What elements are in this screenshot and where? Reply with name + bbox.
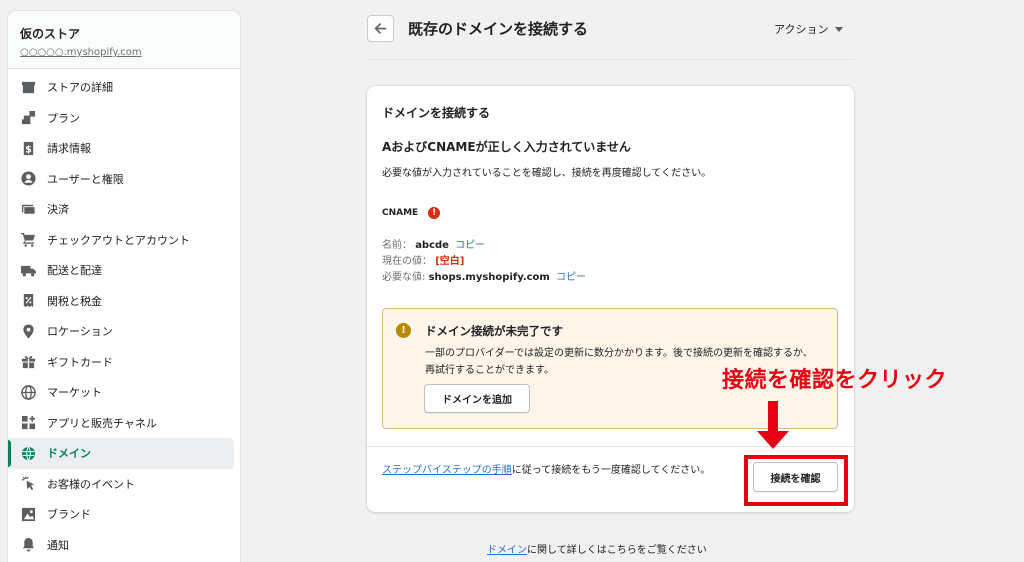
error-icon: ! xyxy=(428,207,441,219)
sidebar-item-customer-events[interactable]: お客様のイベント xyxy=(8,469,240,500)
actions-menu-button[interactable]: アクション xyxy=(774,21,844,37)
step-by-step-link[interactable]: ステップバイステップの手順 xyxy=(382,465,512,476)
sidebar-item-label: ユーザーと権限 xyxy=(47,172,124,186)
add-domain-button[interactable]: ドメインを追加 xyxy=(424,384,530,413)
store-name: 仮のストア xyxy=(20,27,81,41)
billing-icon: $ xyxy=(20,140,36,156)
apps-icon xyxy=(20,415,36,431)
back-button[interactable] xyxy=(367,15,394,42)
store-header[interactable]: 仮のストア ○○○○○.myshopify.com xyxy=(8,11,240,69)
sidebar-item-label: お客様のイベント xyxy=(47,477,135,491)
sidebar-item-users[interactable]: ユーザーと権限 xyxy=(8,164,240,195)
sidebar-item-plan[interactable]: プラン xyxy=(8,103,240,134)
sidebar-item-locations[interactable]: ロケーション xyxy=(8,316,240,347)
plan-icon xyxy=(20,110,36,126)
gift-icon xyxy=(20,354,36,370)
record-name-line: 名前： abcde コピー xyxy=(382,236,485,251)
cart-icon xyxy=(20,232,36,248)
sidebar-item-apps[interactable]: アプリと販売チャネル xyxy=(8,408,240,439)
record-required-line: 必要な値: shops.myshopify.com コピー xyxy=(382,268,586,283)
sidebar-item-label: ブランド xyxy=(47,508,91,522)
payment-icon xyxy=(20,201,36,217)
truck-icon xyxy=(20,262,36,278)
record-type-label: CNAME xyxy=(382,208,419,218)
globe-icon xyxy=(20,384,36,400)
required-value: shops.myshopify.com xyxy=(428,272,550,283)
arrow-down-icon xyxy=(757,401,789,449)
sidebar-item-gift-cards[interactable]: ギフトカード xyxy=(8,347,240,378)
user-icon xyxy=(20,171,36,187)
warning-icon: ! xyxy=(396,323,411,338)
error-description: 必要な値が入力されていることを確認し、接続を再度確認してください。 xyxy=(382,168,712,179)
caret-down-icon xyxy=(835,26,844,32)
sidebar-item-label: 決済 xyxy=(47,203,69,217)
required-label: 必要な値: xyxy=(382,272,426,283)
sidebar-item-markets[interactable]: マーケット xyxy=(8,377,240,408)
card-title: ドメインを接続する xyxy=(382,106,491,120)
sidebar-item-label: 通知 xyxy=(47,538,69,552)
bottom-help: ドメインに関して詳しくはこちらをご覧ください xyxy=(487,541,707,556)
sidebar-item-domains[interactable]: ドメイン xyxy=(8,438,234,469)
sidebar-item-billing[interactable]: $ 請求情報 xyxy=(8,133,240,164)
sidebar-item-label: ロケーション xyxy=(47,325,113,339)
sidebar-item-label: ドメイン xyxy=(47,447,91,461)
footer-text: ステップバイステップの手順に従って接続をもう一度確認してください。 xyxy=(382,463,732,478)
name-value: abcde xyxy=(415,240,449,251)
sidebar-item-payments[interactable]: 決済 xyxy=(8,194,240,225)
bottom-help-text: に関して詳しくはこちらをご覧ください xyxy=(527,545,707,556)
record-current-line: 現在の値： [空白] xyxy=(382,252,464,267)
banner-title: ドメイン接続が未完了です xyxy=(425,324,563,338)
sidebar-item-taxes[interactable]: 関税と税金 xyxy=(8,286,240,317)
error-title: AおよびCNAMEが正しく入力されていません xyxy=(382,140,631,154)
brand-icon xyxy=(20,506,36,522)
tax-icon xyxy=(20,293,36,309)
actions-label: アクション xyxy=(774,23,829,36)
sidebar-item-label: ギフトカード xyxy=(47,355,113,369)
sidebar-item-store-details[interactable]: ストアの詳細 xyxy=(8,72,240,103)
annotation-text: 接続を確認をクリック xyxy=(722,368,948,393)
current-label: 現在の値： xyxy=(382,256,432,267)
current-value: [空白] xyxy=(435,256,465,267)
sidebar-item-label: 関税と税金 xyxy=(47,294,102,308)
sidebar-item-label: 請求情報 xyxy=(47,142,91,156)
sidebar-item-notifications[interactable]: 通知 xyxy=(8,530,240,561)
location-icon xyxy=(20,323,36,339)
store-icon xyxy=(20,79,36,95)
page-title: 既存のドメインを接続する xyxy=(408,20,589,38)
sidebar-item-shipping[interactable]: 配送と配達 xyxy=(8,255,240,286)
settings-nav: ストアの詳細 プラン $ 請求情報 ユーザーと権限 決済 チェックアウトとアカウ… xyxy=(8,69,240,560)
sidebar-item-label: プラン xyxy=(47,111,80,125)
bell-icon xyxy=(20,537,36,553)
footer-text-body: に従って接続をもう一度確認してください。 xyxy=(511,465,711,476)
sidebar-item-label: ストアの詳細 xyxy=(47,81,113,95)
cursor-icon xyxy=(20,476,36,492)
sidebar-item-label: マーケット xyxy=(47,386,102,400)
copy-required-link[interactable]: コピー xyxy=(556,272,586,283)
sidebar-item-label: アプリと販売チャネル xyxy=(47,416,157,430)
domain-icon xyxy=(20,445,36,461)
domain-help-link[interactable]: ドメイン xyxy=(487,545,527,556)
sidebar-item-label: 配送と配達 xyxy=(47,264,102,278)
sidebar-item-checkout[interactable]: チェックアウトとアカウント xyxy=(8,225,240,256)
svg-text:$: $ xyxy=(25,144,32,155)
settings-sidebar: 仮のストア ○○○○○.myshopify.com ストアの詳細 プラン $ 請… xyxy=(8,11,240,562)
sidebar-item-brand[interactable]: ブランド xyxy=(8,499,240,530)
record-type: CNAME ! xyxy=(382,207,441,219)
header-divider xyxy=(367,59,854,60)
arrow-left-icon xyxy=(374,23,387,34)
sidebar-item-label: チェックアウトとアカウント xyxy=(47,233,190,247)
copy-name-link[interactable]: コピー xyxy=(455,240,485,251)
store-url[interactable]: ○○○○○.myshopify.com xyxy=(20,47,228,58)
confirm-connection-button[interactable]: 接続を確認 xyxy=(753,462,838,492)
name-label: 名前： xyxy=(382,240,412,251)
